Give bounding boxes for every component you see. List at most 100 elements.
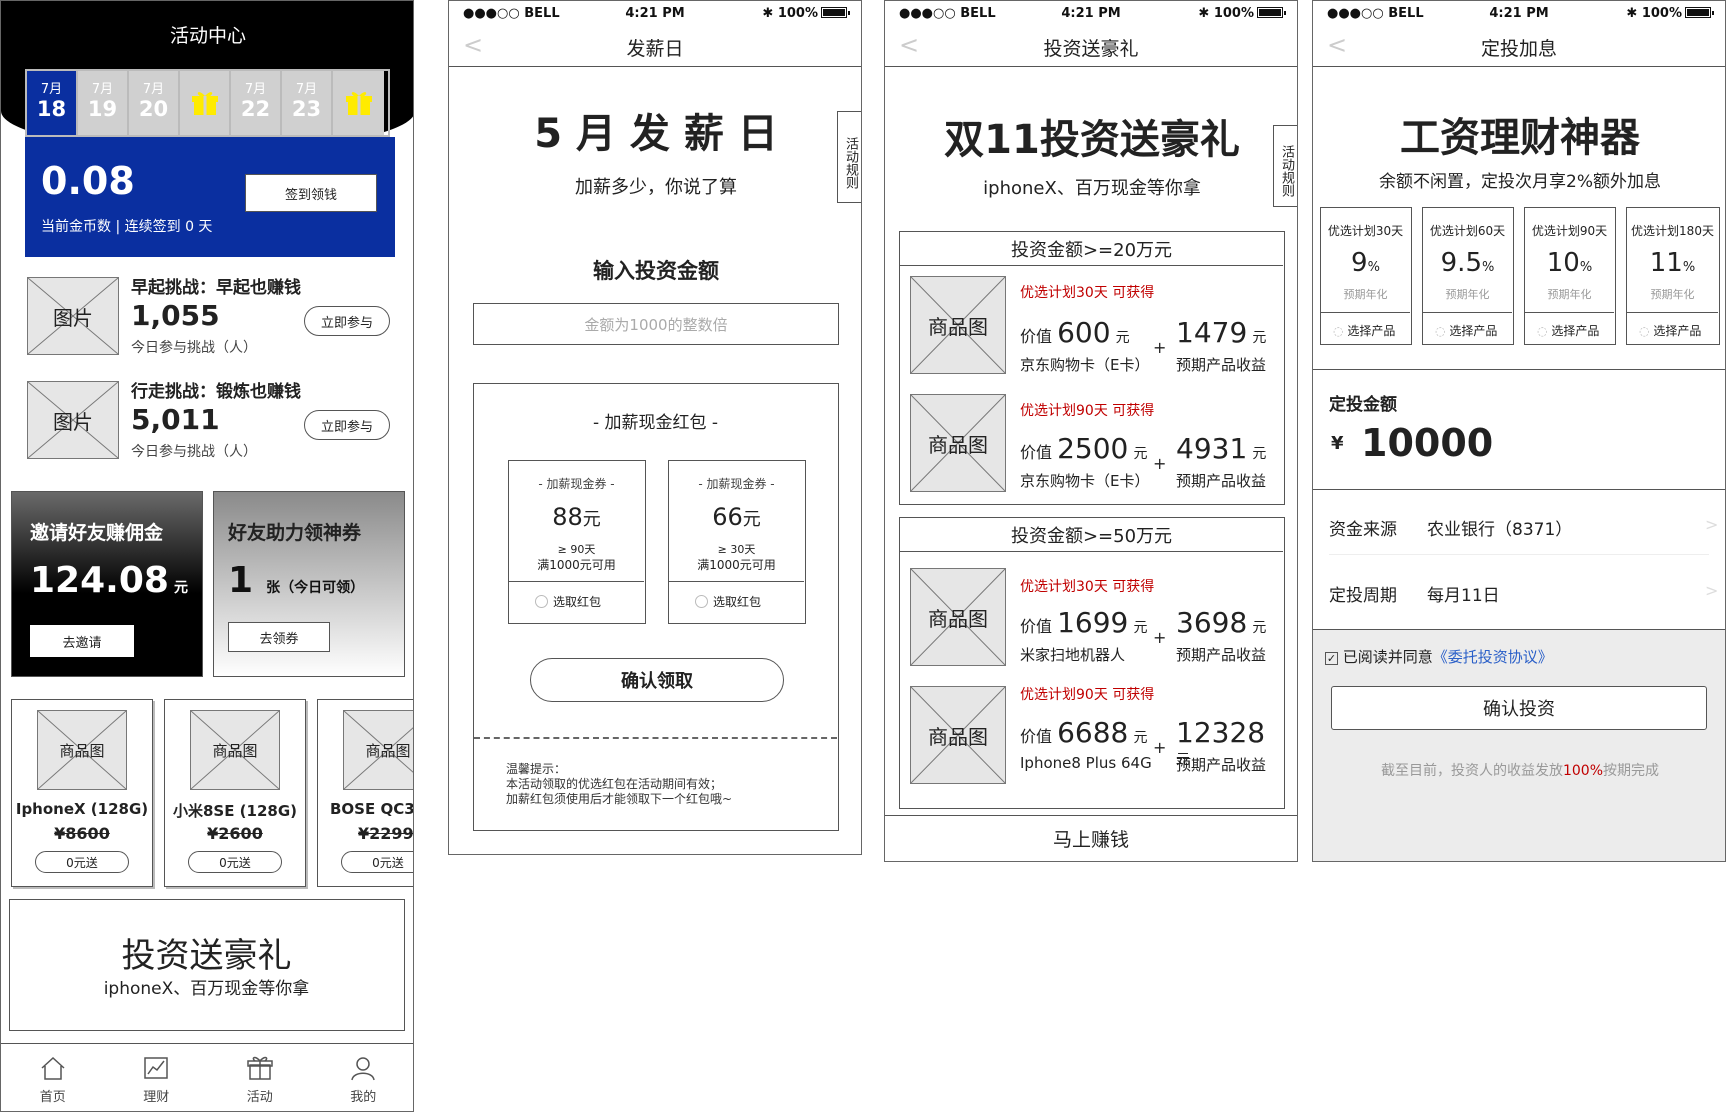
- free-gift-button[interactable]: 0元送: [341, 851, 413, 873]
- tier-group: 投资金额>=50万元 商品图 优选计划30天 可获得 价值 1699 元 米家扫…: [899, 517, 1285, 809]
- activity-rules-tab[interactable]: 活动规则: [1273, 125, 1297, 207]
- nav-bar: < 发薪日: [449, 27, 861, 67]
- select-product[interactable]: ◌ 选择产品: [1537, 322, 1599, 339]
- radio-icon[interactable]: [535, 595, 548, 608]
- tab-home[interactable]: 首页: [1, 1044, 105, 1111]
- date-item[interactable]: 7月 20: [129, 71, 180, 135]
- radio-icon[interactable]: [695, 595, 708, 608]
- agreement[interactable]: ✓ 已阅读并同意《委托投资协议》: [1325, 646, 1553, 667]
- challenge-caption: 今日参与挑战（人）: [131, 340, 257, 356]
- dashed-divider: [474, 737, 837, 739]
- divider: [1313, 369, 1725, 370]
- coupon-card[interactable]: - 加薪现金券 - 88元 ≥ 90天 满1000元可用 选取红包: [508, 460, 646, 624]
- earn-now-button[interactable]: 马上赚钱: [885, 815, 1297, 861]
- amount-input[interactable]: 10000: [1361, 421, 1493, 465]
- assist-count: 1 张（今日可领）: [228, 560, 365, 601]
- plan-card[interactable]: 优选计划30天 9% 预期年化 ◌ 选择产品: [1320, 207, 1412, 345]
- product-card[interactable]: 商品图 BOSE QC35 ¥2299 0元送: [317, 699, 414, 887]
- product-price: ¥2299: [358, 824, 414, 843]
- date-item-gift[interactable]: [333, 71, 384, 135]
- date-item-gift[interactable]: [180, 71, 231, 135]
- free-gift-button[interactable]: 0元送: [188, 851, 282, 873]
- product-image: 商品图: [343, 710, 413, 790]
- checkbox-icon[interactable]: ✓: [1325, 652, 1338, 665]
- product-image: 商品图: [37, 710, 127, 790]
- radio-icon[interactable]: ◌: [1537, 324, 1547, 338]
- radio-icon[interactable]: ◌: [1639, 324, 1649, 338]
- tab-mine[interactable]: 我的: [312, 1044, 414, 1111]
- checkin-button[interactable]: 签到领钱: [245, 174, 377, 212]
- invest-gift-banner[interactable]: 投资送豪礼 iphoneX、百万现金等你拿: [9, 899, 405, 1031]
- bluetooth-icon: ✱: [1626, 6, 1642, 21]
- cash-packet-panel: - 加薪现金红包 - - 加薪现金券 - 88元 ≥ 90天 满1000元可用 …: [473, 383, 839, 831]
- confirm-claim-button[interactable]: 确认领取: [530, 658, 784, 702]
- select-product[interactable]: ◌ 选择产品: [1435, 322, 1497, 339]
- select-product[interactable]: ◌ 选择产品: [1639, 322, 1701, 339]
- date-item[interactable]: 7月 22: [231, 71, 282, 135]
- product-price: ¥8600: [54, 824, 110, 843]
- confirm-investment-button[interactable]: 确认投资: [1331, 686, 1707, 730]
- status-bar: ●●●○○ BELL 4:21 PM ✱ 100%: [449, 1, 861, 27]
- subtitle: iphoneX、百万现金等你拿: [983, 178, 1201, 199]
- status-bar: ●●●○○ BELL 4:21 PM ✱ 100%: [1313, 1, 1725, 27]
- challenge-image: 图片: [27, 381, 119, 459]
- free-gift-button[interactable]: 0元送: [35, 851, 129, 873]
- invite-button[interactable]: 去邀请: [30, 625, 134, 657]
- date-item[interactable]: 7月 18: [27, 71, 78, 135]
- battery-icon: [821, 7, 850, 18]
- invite-card: 邀请好友赚佣金 124.08 元 去邀请: [11, 491, 203, 677]
- plan-card[interactable]: 优选计划60天 9.5% 预期年化 ◌ 选择产品: [1422, 207, 1514, 345]
- plus-icon: +: [1153, 628, 1167, 647]
- tier-header: 投资金额>=50万元: [900, 518, 1283, 552]
- product-card[interactable]: 商品图 IphoneX (128G) ¥8600 0元送: [11, 699, 153, 887]
- tier-group: 投资金额>=20万元 商品图 优选计划30天 可获得 价值 600 元 京东购物…: [899, 231, 1285, 505]
- nav-bar: < 投资送豪礼: [885, 27, 1297, 67]
- radio-icon[interactable]: ◌: [1435, 324, 1445, 338]
- tab-finance[interactable]: 理财: [105, 1044, 209, 1111]
- select-coupon[interactable]: 选取红包: [535, 593, 601, 610]
- nav-title: 投资送豪礼: [1043, 38, 1139, 60]
- gift-image: 商品图: [910, 394, 1006, 492]
- plan-card[interactable]: 优选计划90天 10% 预期年化 ◌ 选择产品: [1524, 207, 1616, 345]
- amount-label: 定投金额: [1329, 395, 1397, 415]
- payout-note: 截至目前，投资人的收益发放100%按期完成: [1380, 763, 1660, 779]
- funding-source-row[interactable]: 资金来源 农业银行（8371） >: [1313, 497, 1725, 555]
- challenge-title: 早起挑战：早起也赚钱: [131, 278, 301, 298]
- amount-input[interactable]: 金额为1000的整数倍: [473, 303, 839, 345]
- challenge-title: 行走挑战：锻炼也赚钱: [131, 382, 301, 402]
- plan-card[interactable]: 优选计划180天 11% 预期年化 ◌ 选择产品: [1626, 207, 1720, 345]
- radio-icon[interactable]: ◌: [1333, 324, 1343, 338]
- gift-image: 商品图: [910, 568, 1006, 666]
- screen-fixed-investment: ●●●○○ BELL 4:21 PM ✱ 100% < 定投加息 工资理财神器 …: [1312, 0, 1726, 862]
- gift-icon: [191, 92, 218, 115]
- join-challenge-button[interactable]: 立即参与: [304, 410, 390, 440]
- nav-title: 定投加息: [1480, 38, 1557, 60]
- balance-card: 0.08 签到领钱 当前金币数 | 连续签到 0 天: [25, 137, 395, 257]
- product-name: IphoneX (128G): [15, 800, 149, 818]
- activity-rules-tab[interactable]: 活动规则: [837, 111, 861, 203]
- balance-caption: 当前金币数 | 连续签到 0 天: [41, 219, 213, 235]
- product-card[interactable]: 商品图 小米8SE (128G) ¥2600 0元送: [164, 699, 306, 887]
- join-challenge-button[interactable]: 立即参与: [304, 306, 390, 336]
- coupon-amount: 66元: [712, 503, 761, 531]
- date-item[interactable]: 7月 23: [282, 71, 333, 135]
- gift-image: 商品图: [910, 686, 1006, 784]
- challenge-image: 图片: [27, 277, 119, 355]
- tips: 温馨提示： 本活动领取的优选红包在活动期间有效； 加薪红包须使用后才能领取下一个…: [506, 762, 733, 806]
- tab-activity[interactable]: 活动: [208, 1044, 312, 1111]
- investment-period-row[interactable]: 定投周期 每月11日 >: [1313, 563, 1725, 621]
- challenge-count: 5,011: [131, 403, 220, 436]
- page-title: 活动中心: [169, 24, 246, 47]
- coupon-card[interactable]: - 加薪现金券 - 66元 ≥ 30天 满1000元可用 选取红包: [668, 460, 806, 624]
- get-coupon-button[interactable]: 去领券: [228, 622, 330, 652]
- user-icon: [351, 1057, 375, 1081]
- assist-card: 好友助力领神券 1 张（今日可领） 去领券: [213, 491, 405, 677]
- date-item[interactable]: 7月 19: [78, 71, 129, 135]
- agreement-link[interactable]: 《委托投资协议》: [1433, 648, 1553, 666]
- home-icon: [41, 1056, 65, 1080]
- status-bar: ●●●○○ BELL 4:21 PM ✱ 100%: [885, 1, 1297, 27]
- select-product[interactable]: ◌ 选择产品: [1333, 322, 1395, 339]
- coupon-amount: 88元: [552, 503, 601, 531]
- battery-icon: [1257, 7, 1286, 18]
- select-coupon[interactable]: 选取红包: [695, 593, 761, 610]
